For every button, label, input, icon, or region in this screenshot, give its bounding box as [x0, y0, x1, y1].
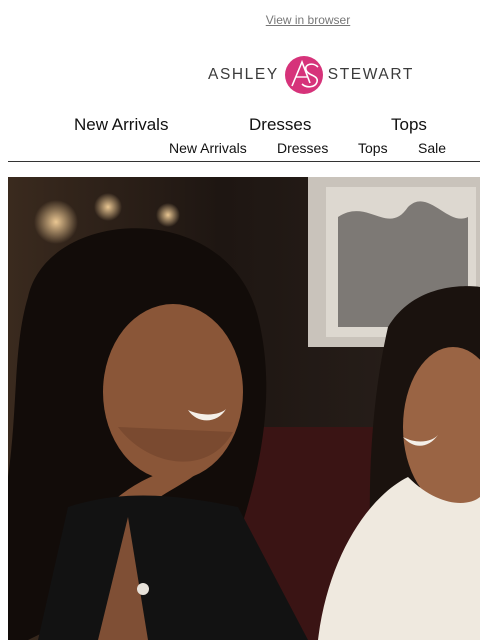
hero-photo-illustration	[8, 177, 480, 640]
nav-new-arrivals[interactable]: New Arrivals	[74, 115, 168, 135]
subnav-dresses[interactable]: Dresses	[277, 140, 328, 156]
subnav-tops[interactable]: Tops	[358, 140, 388, 156]
logo-monogram-icon	[284, 56, 323, 94]
ashley-stewart-logo[interactable]: ASHLEY STEWART	[208, 54, 412, 96]
logo-text-left: ASHLEY	[208, 66, 279, 83]
subnav-sale[interactable]: Sale	[418, 140, 446, 156]
hero-image[interactable]	[8, 177, 480, 640]
logo-text-right: STEWART	[327, 66, 414, 83]
nav-tops[interactable]: Tops	[391, 115, 427, 135]
nav-divider	[8, 161, 480, 162]
secondary-nav: New Arrivals Dresses Tops Sale	[0, 140, 480, 158]
primary-nav: New Arrivals Dresses Tops	[0, 115, 480, 137]
view-in-browser-link[interactable]: View in browser	[0, 13, 480, 27]
subnav-new-arrivals[interactable]: New Arrivals	[169, 140, 247, 156]
nav-dresses[interactable]: Dresses	[249, 115, 311, 135]
